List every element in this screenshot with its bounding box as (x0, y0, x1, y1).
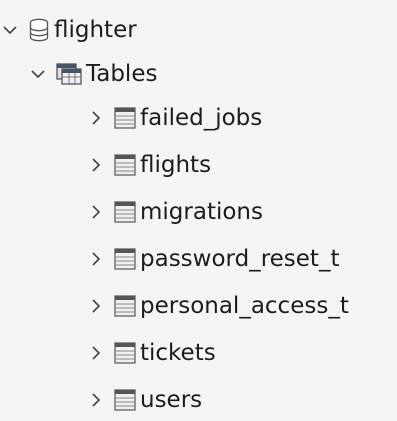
table-icon (114, 389, 136, 411)
table-icon (114, 342, 136, 364)
table-icon (114, 154, 136, 176)
table-icon (114, 248, 136, 270)
tree-node-table[interactable]: personal_access_t (88, 288, 349, 324)
tree-node-table[interactable]: flights (88, 147, 211, 183)
tree-node-table[interactable]: tickets (88, 335, 216, 371)
chevron-down-icon[interactable] (2, 22, 18, 38)
table-label: users (140, 387, 203, 413)
tree-node-tables-folder[interactable]: Tables (30, 56, 157, 92)
table-label: migrations (140, 199, 263, 225)
table-label: personal_access_t (140, 293, 349, 319)
chevron-right-icon[interactable] (88, 345, 104, 361)
tree-node-table[interactable]: migrations (88, 194, 263, 230)
database-icon (28, 18, 50, 42)
tree-node-table[interactable]: users (88, 382, 202, 418)
table-label: password_reset_t (140, 246, 340, 272)
chevron-right-icon[interactable] (88, 110, 104, 126)
database-tree: flighter Tables failed_jobs flights migr… (0, 0, 397, 421)
chevron-down-icon[interactable] (30, 66, 46, 82)
database-label: flighter (54, 17, 137, 43)
chevron-right-icon[interactable] (88, 392, 104, 408)
chevron-right-icon[interactable] (88, 204, 104, 220)
chevron-right-icon[interactable] (88, 251, 104, 267)
tree-node-database[interactable]: flighter (2, 12, 137, 48)
table-icon (114, 201, 136, 223)
tree-node-table[interactable]: failed_jobs (88, 100, 262, 136)
table-icon (114, 107, 136, 129)
chevron-right-icon[interactable] (88, 298, 104, 314)
table-label: failed_jobs (140, 105, 263, 131)
tables-folder-icon (56, 63, 82, 85)
table-label: flights (140, 152, 212, 178)
tree-node-table[interactable]: password_reset_t (88, 241, 339, 277)
tables-folder-label: Tables (86, 61, 158, 87)
table-label: tickets (140, 340, 216, 366)
table-icon (114, 295, 136, 317)
chevron-right-icon[interactable] (88, 157, 104, 173)
